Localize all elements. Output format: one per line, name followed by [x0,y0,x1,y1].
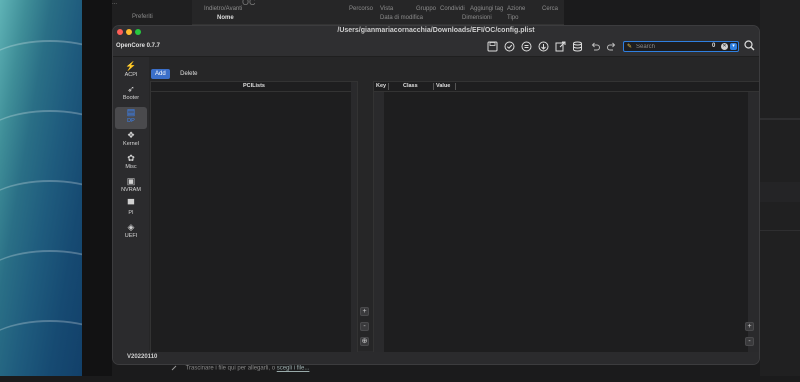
sidebar-item-uefi[interactable]: ◈ UEFI [115,222,147,244]
sidebar-item-label: Kernel [123,141,139,147]
sidebar-item-dp[interactable]: ▤ DP [115,107,147,129]
version-label: V20220110 [127,354,158,360]
finder-location-title: OC [242,0,256,7]
sidebar: ⚡ ACPI ➶ Booter ▤ DP ❖ Kernel ✿ Misc ▣ N… [113,57,149,351]
sidebar-item-kernel[interactable]: ❖ Kernel [115,130,147,152]
finder-column-headers: Nome Data di modifica Dimensioni Tipo [192,13,564,23]
redo-icon[interactable] [606,41,617,52]
finder-toolbar-label[interactable]: Indietro/Avanti [204,6,242,12]
finder-column-size[interactable]: Dimensioni [462,15,492,21]
sidebar-item-label: Booter [122,95,140,101]
status-bar: V20220110 [113,352,759,364]
rocket-icon: ➶ [127,84,135,94]
finder-top-right-fragment: ... [112,0,142,10]
pcilists-table[interactable]: PCILists [150,81,358,355]
desktop-wallpaper [0,0,120,376]
remove-property-button[interactable]: - [745,337,754,346]
fragment-text: ... [112,0,118,6]
sidebar-item-label: NVRAM [121,187,141,193]
scrollbar[interactable] [748,92,759,354]
misc-icon: ✿ [127,153,135,163]
background-window-right [760,0,800,376]
add-pci-button[interactable]: + [360,307,369,316]
app-name: OpenCore 0.7.7 [116,43,161,49]
finder-drop-hint: Trascinare i file qui per allegarli, o s… [170,364,309,372]
finder-toolbar-label[interactable]: Vista [380,6,393,12]
tab-add[interactable]: Add [151,69,170,79]
column-class[interactable]: Class [403,82,418,91]
bolt-icon: ⚡ [125,61,137,71]
drop-hint-link[interactable]: scegli i file... [277,366,310,372]
check-icon[interactable] [504,41,515,52]
search-icon[interactable] [744,40,755,54]
search-filter-icon: ✎ [627,44,633,50]
finder-toolbar-label[interactable]: Percorso [349,6,373,12]
paperclip-icon [170,364,178,372]
background-window-edge [82,0,112,376]
sidebar-item-label: Misc [125,164,137,170]
title-bar[interactable]: /Users/gianmariacornacchia/Downloads/EFI… [113,26,759,38]
properties-header: Key Class Value [374,82,759,92]
database-icon[interactable] [572,41,583,52]
pcilists-header: PCILists [151,82,357,92]
content-area: Add Delete PCILists + - ⊕ Key Class Valu… [149,57,759,355]
info-icon[interactable] [521,41,532,52]
tab-delete[interactable]: Delete [176,69,201,79]
sidebar-item-misc[interactable]: ✿ Misc [115,153,147,175]
scrollbar[interactable] [374,92,384,354]
sidebar-item-pi[interactable]: ▀ PI [115,199,147,221]
window-title: /Users/gianmariacornacchia/Downloads/EFI… [337,27,535,34]
properties-table[interactable]: Key Class Value [373,81,759,355]
cube-icon: ◈ [127,222,135,232]
search-input[interactable] [636,42,706,51]
scrollbar[interactable] [351,82,357,354]
sidebar-item-label: DP [127,118,135,124]
column-key[interactable]: Key [376,82,386,91]
pi-icon: ▀ [127,199,135,209]
sidebar-item-label: ACPI [124,72,138,78]
add-property-button[interactable]: + [745,322,754,331]
chevron-down-icon[interactable]: ▾ [730,43,737,50]
tab-bar: Add Delete [151,62,203,79]
save-icon[interactable] [487,41,498,52]
remove-pci-button[interactable]: - [360,322,369,331]
download-icon[interactable] [538,41,549,52]
undo-icon[interactable] [590,41,601,52]
display-icon: ▤ [126,107,136,117]
finder-column-date[interactable]: Data di modifica [380,15,423,21]
search-result-count: 0 [712,43,716,49]
finder-toolbar-label[interactable]: Gruppo [416,6,436,12]
chip-icon: ▣ [126,176,136,186]
finder-column-name[interactable]: Nome [217,15,234,21]
finder-toolbar-label[interactable]: Condividi [440,6,465,12]
finder-column-type[interactable]: Tipo [507,15,518,21]
finder-toolbar-label[interactable]: Aggiungi tag [470,6,503,12]
column-value[interactable]: Value [436,82,450,91]
finder-toolbar-label[interactable]: Azione [507,6,525,12]
opencore-window: /Users/gianmariacornacchia/Downloads/EFI… [113,26,759,364]
main-toolbar: OpenCore 0.7.7 ✎ 0 ✕ ▾ [113,38,759,57]
finder-sidebar-label: Preferiti [132,14,153,20]
drop-hint-text: Trascinare i file qui per allegarli, o [185,365,276,372]
search-field[interactable]: ✎ 0 ✕ ▾ [623,41,739,52]
sidebar-item-label: UEFI [124,233,138,239]
clear-search-icon[interactable]: ✕ [721,43,728,50]
move-pci-button[interactable]: ⊕ [360,337,369,346]
sidebar-item-nvram[interactable]: ▣ NVRAM [115,176,147,198]
sidebar-item-label: PI [128,210,134,216]
export-icon[interactable] [555,41,566,52]
sidebar-item-booter[interactable]: ➶ Booter [115,84,147,106]
kernel-icon: ❖ [126,130,136,140]
sidebar-item-acpi[interactable]: ⚡ ACPI [115,61,147,83]
finder-toolbar-label[interactable]: Cerca [542,6,558,12]
